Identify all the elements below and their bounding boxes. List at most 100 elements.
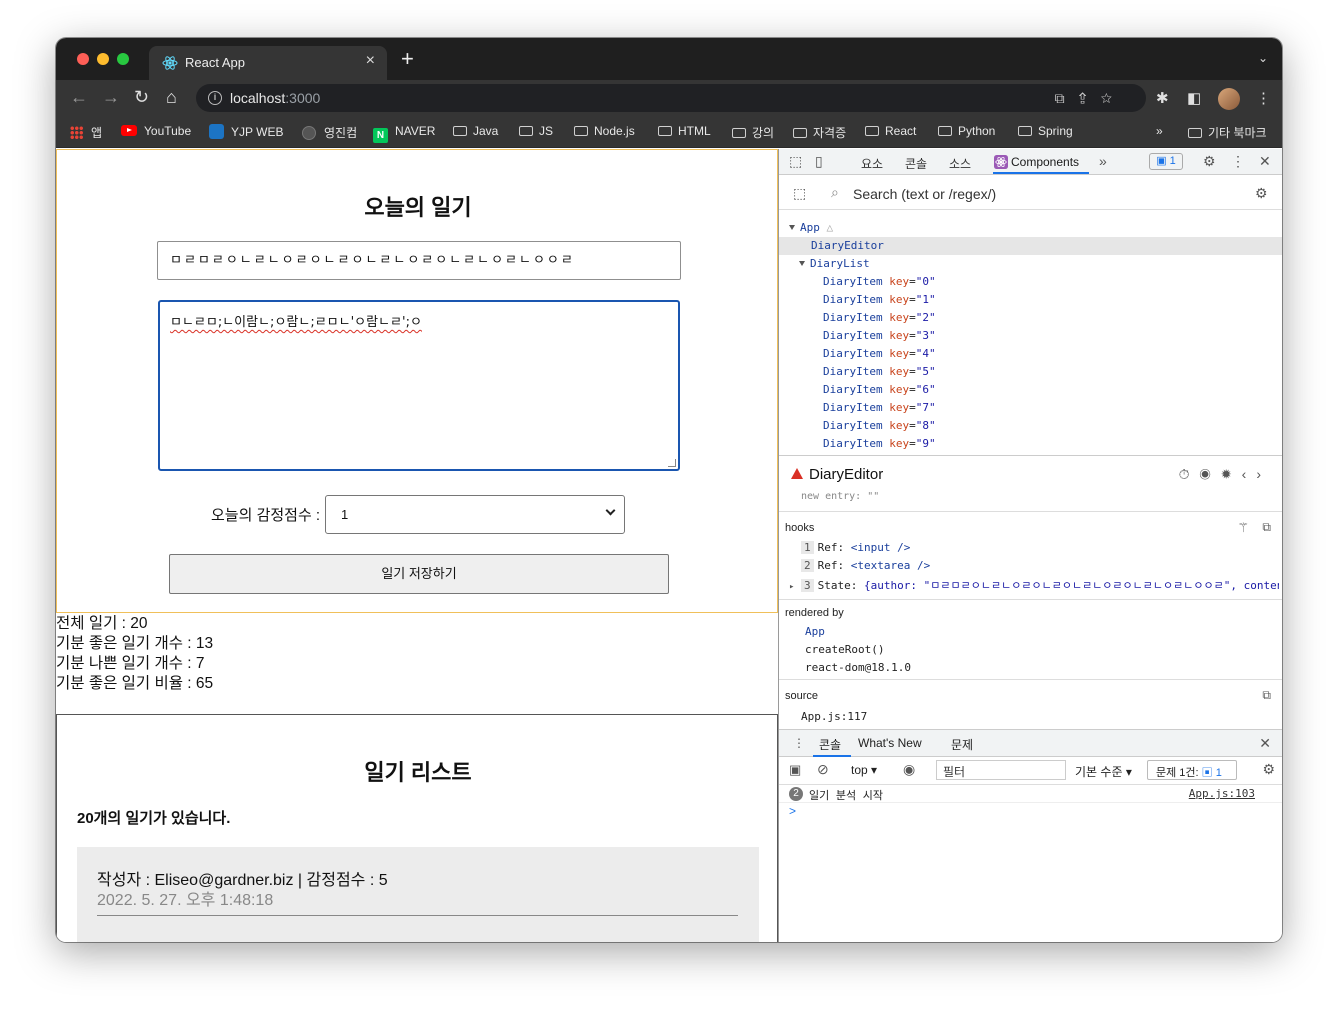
close-devtools-icon[interactable]: ✕ <box>1259 153 1271 170</box>
select-component-icon[interactable]: ⬚ <box>793 185 806 202</box>
site-info-icon[interactable]: i <box>208 91 222 105</box>
clear-console-icon[interactable]: ⊘ <box>817 761 829 778</box>
source-location[interactable]: App.js:117 <box>801 710 867 723</box>
content-textarea[interactable]: ㅁㄴㄹㅁ;ㄴ이람ㄴ;ㅇ람ㄴ;ㄹㅁㄴ'ㅇ람ㄴㄹ';ㅇ <box>158 300 680 471</box>
forward-icon[interactable]: → <box>102 87 120 107</box>
drawer-tab-console[interactable]: 콘솔 <box>819 736 841 753</box>
hook-row[interactable]: ▸ 3 State: {author: "ㅁㄹㅁㄹㅇㄴㄹㄴㅇㄹㅇㄴㄹㅇㄴㄹㄴㅇㄹㅇ… <box>789 577 1279 593</box>
issues-badge[interactable]: ▣ 1 <box>1149 153 1183 170</box>
drawer-menu-icon[interactable]: ⋮ <box>793 736 805 750</box>
bookmark-youtube[interactable]: YouTube <box>121 124 191 138</box>
tree-node-diary-item[interactable]: DiaryItem key="3" <box>779 327 1282 345</box>
component-search-input[interactable]: Search (text or /regex/) <box>853 186 996 202</box>
tree-node-diary-item[interactable]: DiaryItem key="9" <box>779 435 1282 453</box>
bookmark-python[interactable]: Python <box>938 124 995 138</box>
tree-node-diary-item[interactable]: DiaryItem key="0" <box>779 273 1282 291</box>
close-tab-icon[interactable]: × <box>366 52 375 70</box>
devtools-menu-icon[interactable]: ⋮ <box>1231 153 1245 170</box>
eye-icon[interactable]: ◉ <box>903 761 915 778</box>
bookmark-js[interactable]: JS <box>519 124 553 138</box>
tab-sources[interactable]: 소스 <box>949 155 971 172</box>
copy-icon[interactable]: ⧉ <box>1262 520 1271 535</box>
tree-node-app[interactable]: App △ <box>779 219 1282 237</box>
apps-icon <box>70 126 83 139</box>
bookmark-apps[interactable]: 앱 <box>70 124 102 141</box>
renderer-app-link[interactable]: App <box>805 625 825 638</box>
tab-components[interactable]: Components <box>1011 155 1079 169</box>
drawer-tab-whats-new[interactable]: What's New <box>858 736 922 750</box>
bookmark-react[interactable]: React <box>865 124 916 138</box>
bookmark-yjp-web[interactable]: YJP WEB <box>209 124 283 139</box>
profile-avatar[interactable] <box>1218 88 1240 110</box>
tree-node-diary-item[interactable]: DiaryItem key="8" <box>779 417 1282 435</box>
tab-elements[interactable]: 요소 <box>861 155 883 172</box>
close-drawer-icon[interactable]: ✕ <box>1259 735 1271 752</box>
resize-grip-icon[interactable] <box>668 459 676 467</box>
drawer-tab-issues[interactable]: 문제 <box>951 736 973 753</box>
tree-node-diary-item[interactable]: DiaryItem key="4" <box>779 345 1282 363</box>
translate-icon[interactable]: ⧉ <box>1055 90 1079 106</box>
hook-row[interactable]: 2 Ref: <textarea /> <box>801 559 930 572</box>
author-input[interactable]: ㅁㄹㅁㄹㅇㄴㄹㄴㅇㄹㅇㄴㄹㅇㄴㄹㄴㅇㄹㅇㄴㄹㄴㅇㄹㄴㅇㅇㄹ <box>157 241 681 280</box>
bookmark-java[interactable]: Java <box>453 124 498 138</box>
home-icon[interactable]: ⌂ <box>166 87 177 107</box>
tree-node-diary-item[interactable]: DiaryItem key="5" <box>779 363 1282 381</box>
zoom-window-button[interactable] <box>117 53 129 65</box>
menu-kebab-icon[interactable]: ⋮ <box>1256 89 1271 107</box>
tab-search-icon[interactable]: ⌄ <box>1258 51 1268 65</box>
code-icon[interactable]: ‹› <box>1242 466 1271 482</box>
bookmark-html[interactable]: HTML <box>658 124 711 138</box>
browser-tab[interactable]: React App × <box>149 46 387 80</box>
rendered-by-title: rendered by <box>785 607 844 619</box>
caret-down-icon <box>799 261 805 266</box>
device-toolbar-icon[interactable]: ▯ <box>815 153 823 170</box>
save-diary-button[interactable]: 일기 저장하기 <box>169 554 669 594</box>
extensions-icon[interactable]: ✱ <box>1156 89 1169 107</box>
console-filter-input[interactable]: 필터 <box>936 760 1066 780</box>
hook-row[interactable]: 1 Ref: <input /> <box>801 541 910 554</box>
tree-node-diary-list[interactable]: DiaryList <box>779 255 1282 273</box>
tab-console[interactable]: 콘솔 <box>905 155 927 172</box>
bookmarks-overflow-icon[interactable]: » <box>1156 124 1163 138</box>
bookmark-star-icon[interactable]: ☆ <box>1101 90 1126 106</box>
reload-icon[interactable]: ↻ <box>134 87 149 107</box>
tree-node-diary-item[interactable]: DiaryItem key="2" <box>779 309 1282 327</box>
settings-gear-icon[interactable]: ⚙ <box>1203 153 1216 170</box>
minimize-window-button[interactable] <box>97 53 109 65</box>
copy-icon[interactable]: ⧉ <box>1262 688 1271 703</box>
new-tab-icon[interactable]: + <box>401 48 414 70</box>
tree-node-diary-item[interactable]: DiaryItem key="1" <box>779 291 1282 309</box>
bookmark-nodejs[interactable]: Node.js <box>574 124 635 138</box>
console-prompt[interactable]: > <box>789 804 796 818</box>
magic-wand-icon[interactable]: ⚚ <box>1237 520 1249 536</box>
tree-node-diary-editor[interactable]: DiaryEditor <box>779 237 1282 255</box>
tree-node-diary-item[interactable]: DiaryItem key="6" <box>779 381 1282 399</box>
close-window-button[interactable] <box>77 53 89 65</box>
bookmark-lecture[interactable]: 강의 <box>732 124 774 141</box>
console-settings-icon[interactable]: ⚙ <box>1262 761 1275 778</box>
log-level-selector[interactable]: 기본 수준 ▾ <box>1075 763 1132 780</box>
sidebar-toggle-icon[interactable]: ▣ <box>789 762 801 778</box>
emotion-select[interactable]: 1 <box>325 495 625 534</box>
suspend-timer-icon[interactable]: ⏱ <box>1179 466 1200 482</box>
context-selector[interactable]: top ▾ <box>851 763 877 777</box>
settings-gear-icon[interactable]: ⚙ <box>1255 185 1268 202</box>
bookmark-naver[interactable]: N NAVER <box>373 124 435 143</box>
tree-node-diary-item[interactable]: DiaryItem key="7" <box>779 399 1282 417</box>
back-icon[interactable]: ← <box>70 87 88 107</box>
more-tabs-icon[interactable]: » <box>1099 153 1107 169</box>
bookmark-certificate[interactable]: 자격증 <box>793 124 846 141</box>
eye-icon[interactable]: ◉ <box>1200 466 1221 482</box>
inspect-element-icon[interactable]: ⬚ <box>789 153 802 170</box>
issues-counter[interactable]: 문제 1건: ▣ 1 <box>1147 760 1237 780</box>
bug-icon[interactable]: ✹ <box>1221 466 1242 482</box>
bookmark-spring[interactable]: Spring <box>1018 124 1073 138</box>
hooks-title: hooks <box>785 522 815 534</box>
share-icon[interactable]: ⇪ <box>1079 90 1101 106</box>
console-toolbar: ▣ ⊘ top ▾ ◉ 필터 기본 수준 ▾ 문제 1건: ▣ 1 ⚙ <box>779 757 1282 785</box>
console-message-source[interactable]: App.js:103 <box>1189 787 1255 800</box>
address-bar[interactable]: i localhost:3000 ⧉⇪☆ <box>196 84 1146 112</box>
bookmark-yeongjin[interactable]: 영진컴 <box>302 124 357 141</box>
bookmark-other[interactable]: 기타 북마크 <box>1188 124 1267 141</box>
side-panel-icon[interactable]: ◧ <box>1187 89 1201 107</box>
